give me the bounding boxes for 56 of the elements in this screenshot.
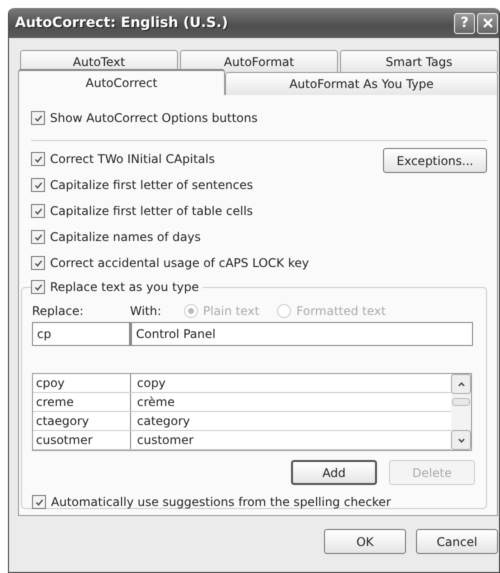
table-cell-text: copy [136, 376, 166, 390]
checkbox[interactable] [31, 204, 45, 218]
table-cell: cusotmer [33, 431, 131, 449]
checkmark-icon [34, 258, 42, 268]
checkmark-icon [34, 232, 42, 242]
checkbox-label: Correct accidental usage of cAPS LOCK key [50, 256, 309, 270]
field-label: Replace: [32, 304, 85, 318]
table-cell: cpoy [33, 374, 131, 392]
scroll-down-button[interactable] [451, 430, 471, 450]
checkbox[interactable] [31, 280, 45, 294]
checkbox[interactable] [31, 111, 45, 125]
scrollbar[interactable] [451, 374, 471, 450]
checkmark-icon [34, 206, 42, 216]
scroll-up-button[interactable] [451, 374, 471, 394]
checkbox[interactable] [32, 495, 46, 509]
table-cell-text: category [136, 414, 190, 428]
window-title: AutoCorrect: English (U.S.) [15, 15, 228, 31]
tab[interactable]: Smart Tags [340, 50, 498, 72]
checkmark-icon [34, 154, 42, 164]
checkbox[interactable] [31, 230, 45, 244]
checkbox-label: Capitalize names of days [50, 230, 201, 244]
checkmark-icon [34, 498, 44, 506]
help-button[interactable]: ? [454, 12, 475, 34]
exceptions-button[interactable]: Exceptions... [383, 148, 487, 173]
tab[interactable]: AutoFormat As You Type [225, 72, 498, 95]
table-cell: ctaegory [33, 412, 131, 430]
table-cell-text: customer [136, 433, 194, 447]
field-label: With: [130, 304, 162, 318]
ok-button[interactable]: OK [324, 529, 406, 554]
table-cell-text: crème [136, 395, 175, 409]
checkbox-label: Capitalize first letter of sentences [50, 178, 253, 192]
input-field[interactable]: cp [32, 322, 130, 346]
tab[interactable]: AutoCorrect [18, 69, 225, 95]
checkbox-label: Automatically use suggestions from the spelling checker [51, 495, 391, 509]
checkbox-label: Show AutoCorrect Options buttons [50, 111, 258, 125]
checkbox-label: Capitalize first letter of table cells [50, 204, 253, 218]
input-field[interactable]: Control Panel [130, 322, 473, 346]
chevron-up-icon [456, 380, 466, 388]
checkbox-label: Correct TWo INitial CApitals [50, 152, 215, 166]
close-icon [482, 17, 494, 29]
checkmark-icon [34, 180, 42, 190]
radio-label: Formatted text [296, 304, 386, 318]
scroll-thumb[interactable] [452, 398, 470, 406]
checkbox-label: Replace text as you type [50, 280, 199, 294]
add-button[interactable]: Add [291, 460, 377, 485]
checkbox[interactable] [31, 256, 45, 270]
close-button[interactable] [477, 12, 498, 34]
tab[interactable]: AutoFormat [180, 50, 338, 72]
chevron-down-icon [456, 436, 466, 444]
table-cell: creme [33, 393, 131, 411]
checkmark-icon [34, 114, 42, 122]
cancel-button[interactable]: Cancel [416, 529, 498, 554]
checkmark-icon [34, 282, 42, 292]
checkbox[interactable] [31, 178, 45, 192]
radio-label: Plain text [203, 304, 260, 318]
checkbox[interactable] [31, 152, 45, 166]
